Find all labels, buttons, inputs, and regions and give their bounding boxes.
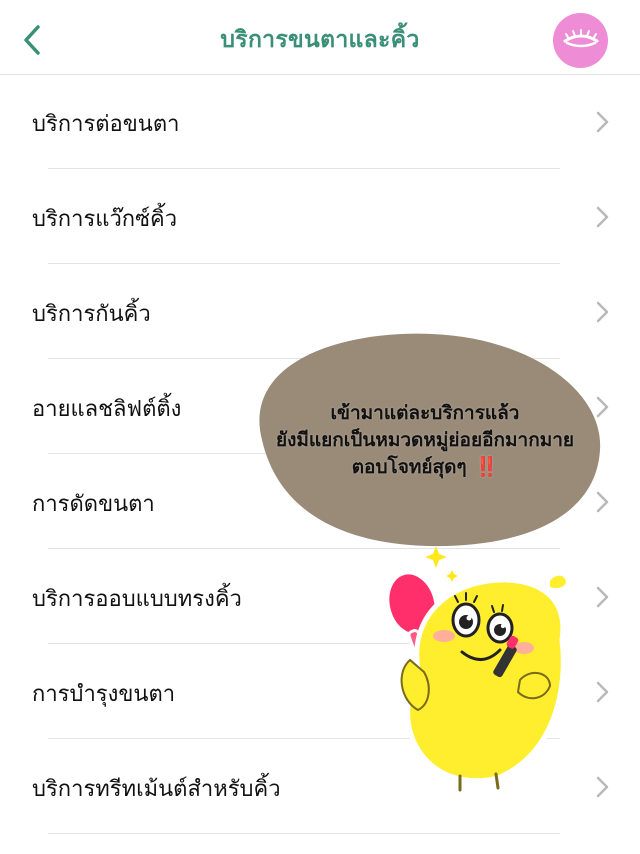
chevron-right-icon <box>596 206 609 228</box>
service-item-brow-wax[interactable]: บริการแว๊กซ์คิ้ว <box>0 169 640 264</box>
service-label: บริการทรีทเม้นต์สำหรับคิ้ว <box>32 777 281 802</box>
caption-line-1: เข้ามาแต่ละบริการแล้ว <box>330 402 520 424</box>
service-label: บริการออบแบบทรงคิ้ว <box>32 587 242 612</box>
overlay-caption: เข้ามาแต่ละบริการแล้ว ยังมีแยกเป็นหมวดหม… <box>212 400 638 481</box>
app-header: บริการขนตาและคิ้ว <box>0 0 640 75</box>
chevron-right-icon <box>596 111 609 133</box>
service-item-eyelash-extension[interactable]: บริการต่อขนตา <box>0 74 640 169</box>
lemon-mascot-sticker <box>385 546 571 792</box>
service-label: การบำรุงขนตา <box>32 682 176 707</box>
chevron-right-icon <box>596 681 609 703</box>
avatar[interactable] <box>553 13 608 68</box>
service-label: บริการต่อขนตา <box>32 112 180 137</box>
chevron-right-icon <box>596 776 609 798</box>
service-label: บริการแว๊กซ์คิ้ว <box>32 207 178 232</box>
caption-line-3: ตอบโจทย์สุดๆ ‼️ <box>351 456 499 478</box>
service-label: บริการกันคิ้ว <box>32 302 151 327</box>
page-title: บริการขนตาและคิ้ว <box>220 27 420 53</box>
caption-line-2: ยังมีแยกเป็นหมวดหมู่ย่อยอีกมากมาย <box>275 429 575 451</box>
chevron-right-icon <box>596 301 609 323</box>
chevron-right-icon <box>596 586 609 608</box>
eyelash-icon <box>563 28 598 47</box>
service-label: การดัดขนตา <box>32 492 155 517</box>
exclamation-icon: ‼️ <box>474 456 499 478</box>
service-label: อายแลชลิฟต์ติ้ง <box>32 397 182 422</box>
